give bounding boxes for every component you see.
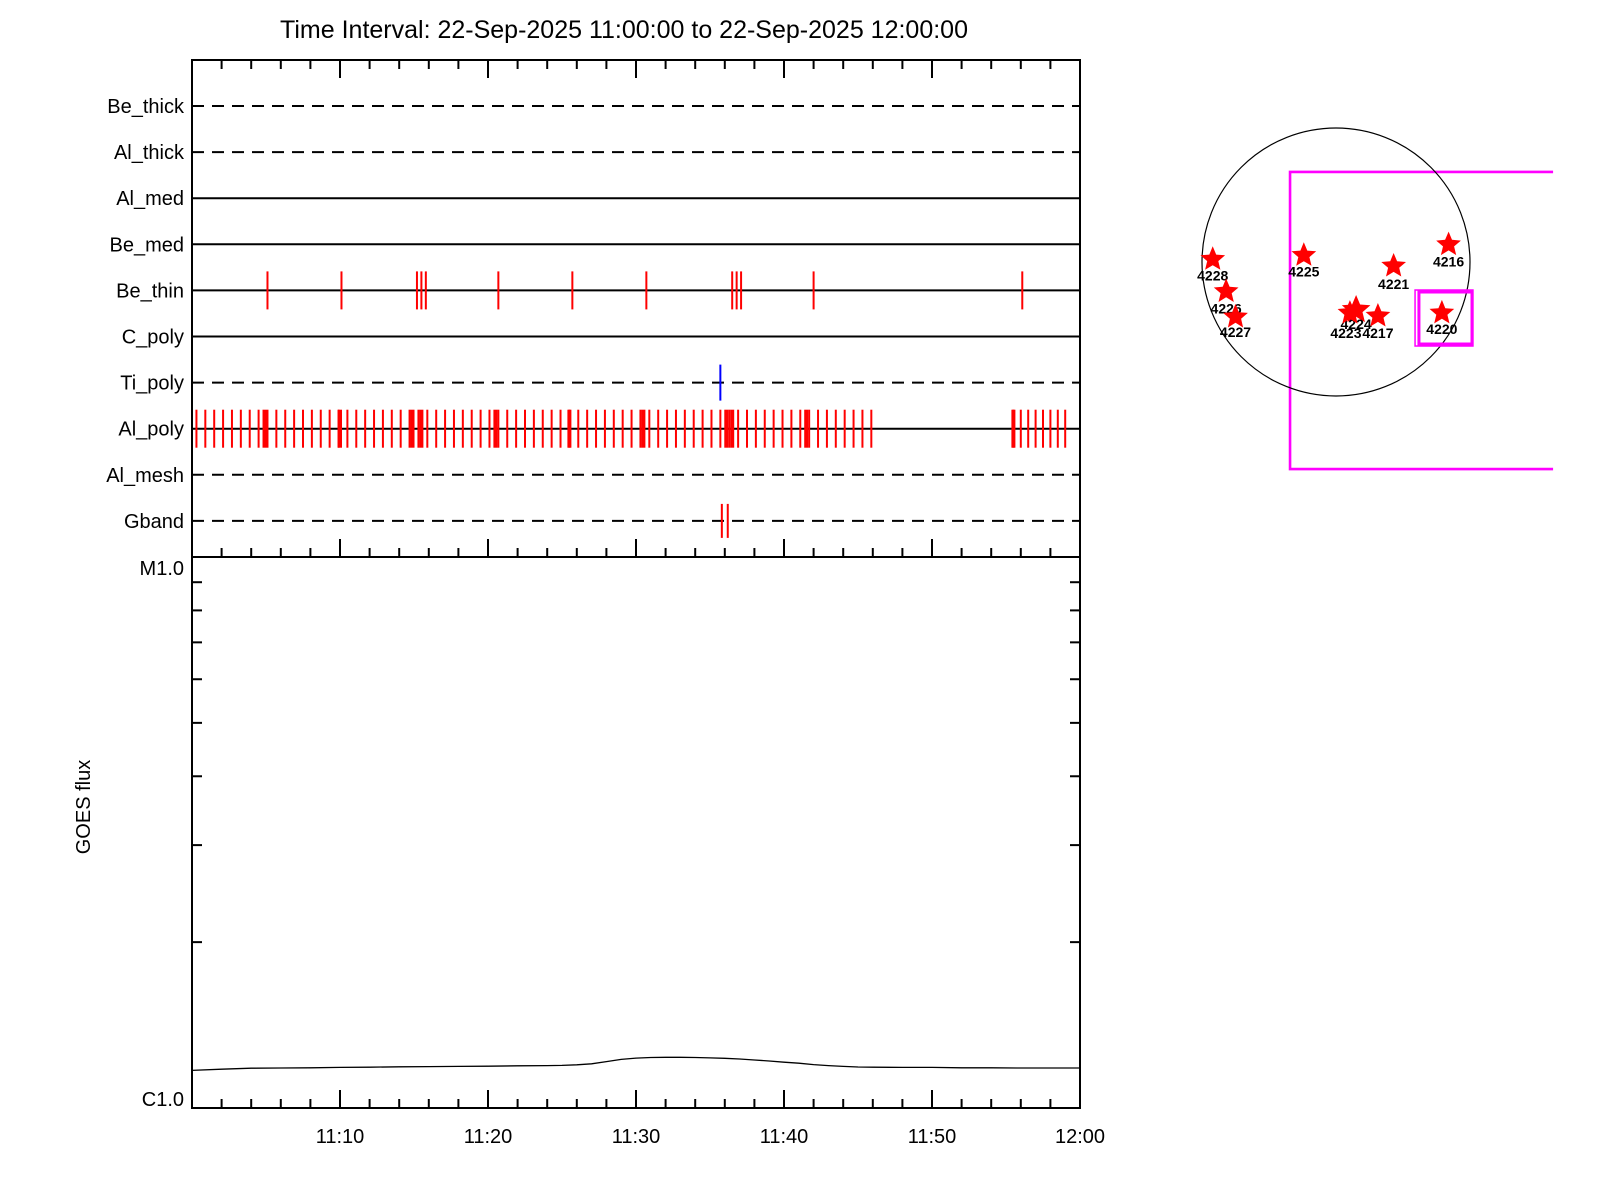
active-region-star-4220 — [1429, 299, 1455, 324]
timeline-goes-sunmap-plot: Be_thick Al_thick Al_med Be_med Be_thin C_pol… — [73, 59, 1554, 1148]
goes-panel-frame — [191, 556, 1081, 1109]
y-axis-label-top: M1.0 — [140, 558, 184, 580]
channel-label-Be_thick: Be_thick — [107, 96, 185, 118]
xrt-goes-observation-screen: Time Interval: 22-Sep-2025 11:00:00 to 2… — [0, 0, 1600, 1200]
channel-label-Al_thick: Al_thick — [114, 142, 185, 164]
channel-label-Al_med: Al_med — [116, 188, 184, 210]
x-axis-label: 12:00 — [1055, 1126, 1105, 1148]
active-region-label-4227: 4227 — [1220, 324, 1251, 340]
page-title: Time Interval: 22-Sep-2025 11:00:00 to 2… — [280, 16, 968, 44]
active-region-label-4223: 4223 — [1330, 325, 1361, 341]
active-region-star-4225 — [1291, 242, 1317, 266]
channel-label-Al_poly: Al_poly — [118, 419, 184, 441]
channel-label-Be_thin: Be_thin — [116, 280, 184, 302]
channel-label-Al_mesh: Al_mesh — [106, 465, 184, 487]
fov-box-large — [1288, 170, 1554, 471]
active-region-label-4228: 4228 — [1197, 267, 1228, 283]
y-axis-label-bottom: C1.0 — [142, 1089, 184, 1111]
active-region-label-4217: 4217 — [1362, 325, 1393, 341]
active-region-star-4228 — [1200, 246, 1226, 270]
active-region-label-4221: 4221 — [1378, 276, 1409, 292]
goes-flux-axis-title: GOES flux — [73, 760, 95, 854]
sun-disk — [1201, 127, 1471, 397]
active-region-label-4225: 4225 — [1288, 263, 1319, 279]
active-region-label-4220: 4220 — [1426, 321, 1457, 337]
x-axis-label: 11:30 — [612, 1126, 661, 1148]
x-axis-label: 11:10 — [316, 1126, 365, 1148]
x-axis-label: 11:40 — [760, 1126, 809, 1148]
timeline-panel-frame — [191, 59, 1081, 558]
channel-label-C_poly: C_poly — [122, 327, 184, 349]
x-axis-label: 11:50 — [908, 1126, 957, 1148]
channel-label-Be_med: Be_med — [110, 234, 185, 256]
x-axis-label: 11:20 — [464, 1126, 513, 1148]
channel-label-Gband: Gband — [124, 511, 184, 533]
active-region-label-4216: 4216 — [1433, 254, 1464, 270]
channel-label-Ti_poly: Ti_poly — [120, 373, 184, 395]
active-region-star-4221 — [1381, 253, 1406, 277]
goes-flux-curve — [191, 1056, 1080, 1072]
active-region-star-4216 — [1436, 231, 1461, 256]
